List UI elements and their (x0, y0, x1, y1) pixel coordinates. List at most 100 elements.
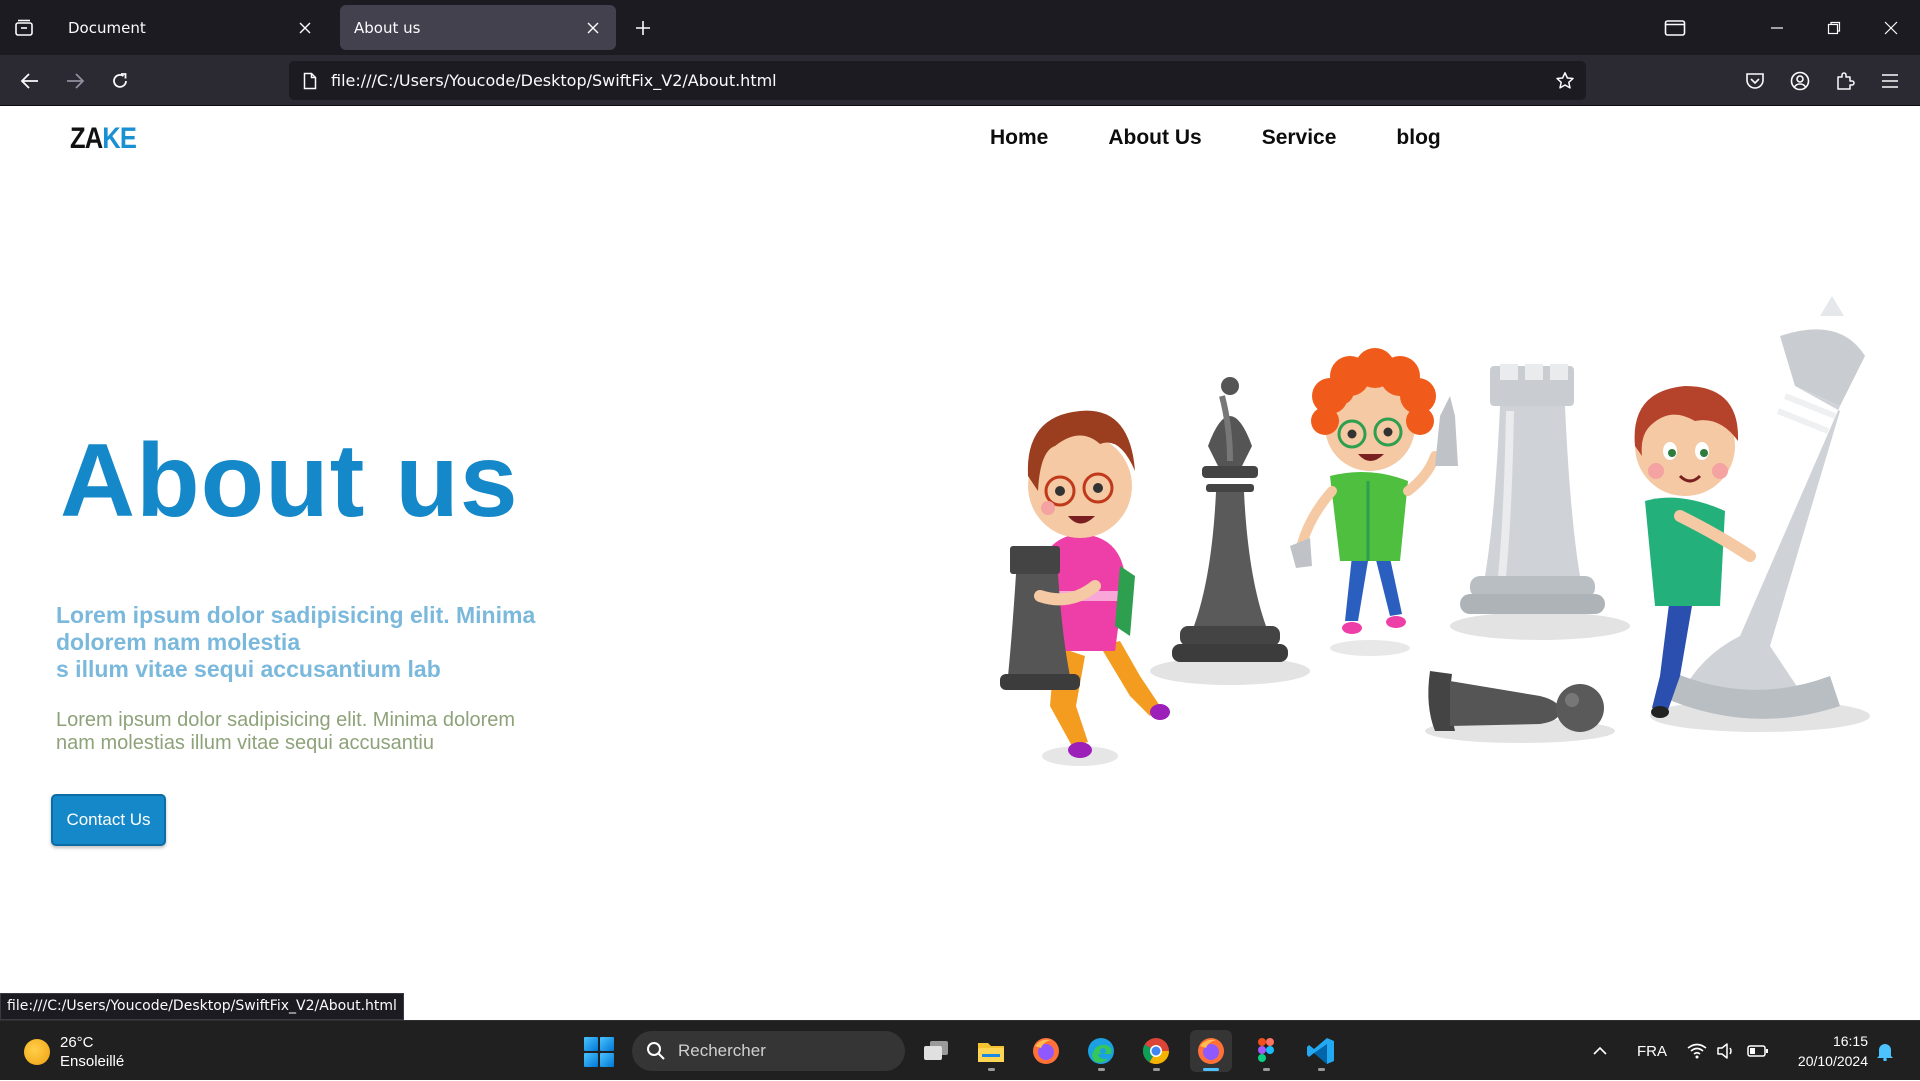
chess-kids-illustration (1000, 296, 1870, 766)
back-button[interactable] (15, 66, 45, 96)
vscode-icon (1307, 1038, 1334, 1064)
nav-link-home[interactable]: Home (990, 126, 1048, 150)
browser-tab-bar: Document About us (0, 0, 1920, 55)
firefox-dev-button[interactable] (1190, 1030, 1232, 1072)
clock-time: 16:15 (1832, 1033, 1868, 1049)
tab-document[interactable]: Document (54, 5, 328, 50)
puzzle-icon (1837, 72, 1855, 90)
tab-title: Document (68, 18, 146, 37)
forward-button[interactable] (60, 66, 90, 96)
hero-subtitle-line: Lorem ipsum dolor sadipisicing elit. Min… (56, 602, 536, 628)
task-view-button[interactable] (915, 1030, 957, 1072)
dark-king-piece (1172, 377, 1288, 662)
window-icon (1664, 20, 1686, 36)
notifications-button[interactable] (1876, 1021, 1894, 1081)
status-bar-url: file:///C:/Users/Youcode/Desktop/SwiftFi… (0, 993, 404, 1020)
page-icon (299, 70, 321, 92)
volume-button[interactable] (1716, 1021, 1736, 1081)
search-icon (647, 1042, 665, 1060)
firefox-view-button[interactable] (1661, 14, 1689, 42)
figma-button[interactable] (1245, 1030, 1287, 1072)
nav-link-service[interactable]: Service (1262, 126, 1337, 150)
fallen-pawn-piece (1428, 671, 1604, 732)
edge-icon (1088, 1038, 1114, 1064)
tab-list-button[interactable] (10, 14, 38, 42)
firefox-button[interactable] (1025, 1030, 1067, 1072)
chrome-icon (1142, 1038, 1170, 1065)
logo-text-accent: KE (102, 122, 137, 155)
menu-button[interactable] (1875, 66, 1905, 96)
wifi-icon (1687, 1043, 1707, 1059)
kid-middle-figure (1290, 348, 1458, 634)
bookmark-star-icon[interactable] (1552, 68, 1578, 94)
site-logo[interactable]: ZAKE (70, 122, 137, 156)
tab-close-icon[interactable] (584, 19, 602, 37)
browser-nav-bar: file:///C:/Users/Youcode/Desktop/SwiftFi… (0, 55, 1920, 106)
restore-button[interactable] (1820, 14, 1848, 42)
search-placeholder: Rechercher (678, 1041, 766, 1060)
site-navigation: Home About Us Service blog (990, 126, 1501, 150)
plus-icon (636, 21, 650, 35)
extensions-button[interactable] (1830, 66, 1860, 96)
show-hidden-icons-button[interactable] (1592, 1021, 1608, 1081)
hamburger-icon (1882, 74, 1898, 88)
network-button[interactable] (1687, 1021, 1707, 1081)
file-explorer-button[interactable] (970, 1030, 1012, 1072)
minimize-button[interactable] (1763, 14, 1791, 42)
firefox-icon (1033, 1038, 1059, 1064)
bell-icon (1877, 1044, 1893, 1061)
hero-subtitle: Lorem ipsum dolor sadipisicing elit. Min… (56, 602, 616, 683)
weather-widget[interactable]: 26°C Ensoleillé (24, 1033, 124, 1071)
page-title: About us (60, 423, 519, 539)
taskbar-clock[interactable]: 16:15 20/10/2024 (1798, 1031, 1868, 1071)
clock-date: 20/10/2024 (1797, 1053, 1868, 1069)
close-window-button[interactable] (1877, 14, 1905, 42)
light-rook-piece (1460, 364, 1605, 614)
new-tab-button[interactable] (630, 15, 656, 41)
pocket-button[interactable] (1740, 66, 1770, 96)
hero-paragraph: Lorem ipsum dolor sadipisicing elit. Min… (56, 709, 556, 755)
tab-about-us[interactable]: About us (340, 5, 616, 50)
nav-link-blog[interactable]: blog (1396, 126, 1440, 150)
file-explorer-icon (978, 1043, 1004, 1062)
reload-button[interactable] (105, 66, 135, 96)
weather-condition: Ensoleillé (60, 1053, 125, 1070)
nav-link-about-us[interactable]: About Us (1108, 126, 1201, 150)
tab-title: About us (354, 18, 421, 37)
url-text: file:///C:/Users/Youcode/Desktop/SwiftFi… (331, 71, 777, 90)
windows-logo-icon (584, 1037, 598, 1051)
windows-taskbar: 26°C Ensoleillé Rechercher FRA 16:15 20/… (0, 1020, 1920, 1080)
account-icon (1790, 71, 1810, 91)
address-bar[interactable]: file:///C:/Users/Youcode/Desktop/SwiftFi… (289, 61, 1586, 100)
arrow-left-icon (20, 73, 38, 89)
chevron-up-icon (1593, 1046, 1607, 1055)
speaker-icon (1717, 1043, 1732, 1059)
taskbar-search[interactable]: Rechercher (632, 1031, 905, 1071)
logo-text-dark: ZA (70, 122, 103, 155)
hero-paragraph-line: nam molestias illum vitae sequi accusant… (56, 732, 434, 754)
sun-icon (24, 1039, 50, 1065)
minimize-icon (1771, 27, 1783, 29)
kid-left-figure (1000, 410, 1170, 758)
weather-temperature: 26°C (60, 1034, 94, 1051)
battery-button[interactable] (1747, 1021, 1769, 1081)
restore-icon (1827, 21, 1841, 35)
tab-close-icon[interactable] (296, 19, 314, 37)
chrome-button[interactable] (1135, 1030, 1177, 1072)
figma-icon (1258, 1038, 1274, 1062)
language-indicator[interactable]: FRA (1637, 1021, 1667, 1081)
hero-paragraph-line: Lorem ipsum dolor sadipisicing elit. Min… (56, 709, 516, 731)
vscode-button[interactable] (1300, 1030, 1342, 1072)
hero-subtitle-line: dolorem nam molestia (56, 629, 301, 655)
account-button[interactable] (1785, 66, 1815, 96)
edge-button[interactable] (1080, 1030, 1122, 1072)
tab-list-icon (15, 19, 33, 36)
reload-icon (113, 73, 127, 88)
battery-icon (1747, 1045, 1768, 1057)
contact-us-button[interactable]: Contact Us (51, 794, 166, 846)
hero-subtitle-line: s illum vitae sequi accusantium lab (56, 656, 441, 682)
pocket-icon (1746, 73, 1764, 89)
close-icon (1884, 21, 1898, 35)
start-button[interactable] (584, 1037, 614, 1067)
arrow-right-icon (67, 73, 85, 89)
